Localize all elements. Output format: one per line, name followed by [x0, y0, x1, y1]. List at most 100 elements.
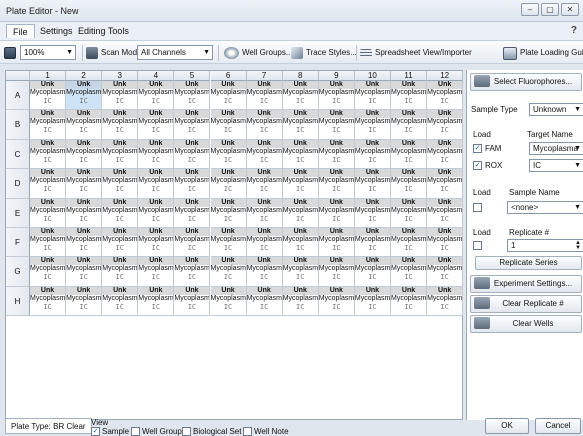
plate-loading-guide-button[interactable]: Plate Loading Guid — [503, 46, 583, 60]
plate-well[interactable]: Unk Mycoplasma IC — [30, 228, 67, 258]
plate-well[interactable]: Unk Mycoplasma IC — [138, 110, 175, 140]
view-well-note-checkbox[interactable] — [243, 427, 252, 436]
clear-replicate-button[interactable]: Clear Replicate # — [470, 295, 582, 313]
view-sample-checkbox[interactable]: ✓ — [91, 427, 100, 436]
plate-well[interactable]: Unk Mycoplasma IC — [30, 139, 67, 170]
row-header[interactable]: E — [6, 198, 30, 228]
replicate-series-button[interactable]: Replicate Series — [475, 256, 582, 270]
plate-well[interactable]: Unk Mycoplasma IC — [391, 169, 428, 199]
row-header[interactable]: A — [6, 81, 30, 111]
help-icon[interactable]: ? — [571, 25, 577, 36]
plate-well[interactable]: Unk Mycoplasma IC — [66, 169, 103, 199]
plate-well[interactable]: Unk Mycoplasma IC — [174, 110, 211, 140]
row-header[interactable]: D — [6, 169, 30, 199]
plate-well[interactable]: Unk Mycoplasma IC — [66, 198, 103, 228]
plate-well[interactable]: Unk Mycoplasma IC — [318, 169, 355, 199]
rox-checkbox[interactable]: ✓ — [473, 161, 482, 170]
plate-well[interactable]: Unk Mycoplasma IC — [174, 286, 211, 317]
plate-well[interactable]: Unk Mycoplasma IC — [354, 110, 391, 140]
plate-well[interactable]: Unk Mycoplasma IC — [102, 228, 139, 258]
plate-well[interactable]: Unk Mycoplasma IC — [427, 198, 464, 228]
plate-well[interactable]: Unk Mycoplasma IC — [246, 286, 283, 317]
column-header[interactable]: 6 — [210, 71, 247, 81]
plate-well[interactable]: Unk Mycoplasma IC — [102, 169, 139, 199]
maximize-button[interactable]: ▢ — [541, 3, 559, 16]
plate-well[interactable]: Unk Mycoplasma IC — [282, 169, 319, 199]
plate-well[interactable]: Unk Mycoplasma IC — [102, 139, 139, 170]
ok-button[interactable]: OK — [485, 418, 529, 434]
row-header[interactable]: G — [6, 257, 30, 287]
plate-well[interactable]: Unk Mycoplasma IC — [391, 198, 428, 228]
plate-well[interactable]: Unk Mycoplasma IC — [427, 139, 464, 170]
column-header[interactable]: 1 — [30, 71, 67, 81]
menu-file[interactable]: File — [6, 24, 35, 38]
spreadsheet-view-button[interactable]: Spreadsheet View/Importer — [360, 46, 472, 60]
rox-target-select[interactable]: IC ▼ — [529, 159, 583, 172]
column-header[interactable]: 9 — [318, 71, 355, 81]
plate-well[interactable]: Unk Mycoplasma IC — [427, 286, 464, 317]
cancel-button[interactable]: Cancel — [535, 418, 581, 434]
plate-well[interactable]: Unk Mycoplasma IC — [282, 139, 319, 170]
plate-well[interactable]: Unk Mycoplasma IC — [102, 198, 139, 228]
plate-well[interactable]: Unk Mycoplasma IC — [282, 257, 319, 287]
plate-well[interactable]: Unk Mycoplasma IC — [210, 169, 247, 199]
plate-well[interactable]: Unk Mycoplasma IC — [427, 257, 464, 287]
plate-well[interactable]: Unk Mycoplasma IC — [174, 169, 211, 199]
plate-well[interactable]: Unk Mycoplasma IC — [354, 228, 391, 258]
plate-well[interactable]: Unk Mycoplasma IC — [246, 139, 283, 170]
plate-well[interactable]: Unk Mycoplasma IC — [138, 257, 175, 287]
minimize-button[interactable]: – — [521, 3, 539, 16]
plate-well[interactable]: Unk Mycoplasma IC — [282, 81, 319, 111]
plate-well[interactable]: Unk Mycoplasma IC — [318, 139, 355, 170]
view-well-group-checkbox[interactable] — [131, 427, 140, 436]
fam-checkbox[interactable]: ✓ — [473, 144, 482, 153]
plate-well[interactable]: Unk Mycoplasma IC — [30, 169, 67, 199]
plate-well[interactable]: Unk Mycoplasma IC — [391, 110, 428, 140]
plate-well[interactable]: Unk Mycoplasma IC — [30, 81, 67, 111]
plate-well[interactable]: Unk Mycoplasma IC — [210, 81, 247, 111]
plate-well[interactable]: Unk Mycoplasma IC — [174, 81, 211, 111]
experiment-settings-button[interactable]: Experiment Settings... — [470, 275, 582, 293]
plate-well[interactable]: Unk Mycoplasma IC — [354, 198, 391, 228]
plate-well[interactable]: Unk Mycoplasma IC — [354, 257, 391, 287]
column-header[interactable]: 7 — [246, 71, 283, 81]
select-fluorophores-button[interactable]: Select Fluorophores... — [470, 73, 582, 91]
plate-well[interactable]: Unk Mycoplasma IC — [427, 169, 464, 199]
plate-well[interactable]: Unk Mycoplasma IC — [391, 257, 428, 287]
plate-well[interactable]: Unk Mycoplasma IC — [354, 81, 391, 111]
plate-well[interactable]: Unk Mycoplasma IC — [210, 110, 247, 140]
save-button[interactable] — [4, 46, 16, 60]
column-header[interactable]: 11 — [391, 71, 428, 81]
sample-type-select[interactable]: Unknown ▼ — [529, 103, 583, 116]
plate-well[interactable]: Unk Mycoplasma IC — [354, 169, 391, 199]
plate-well[interactable]: Unk Mycoplasma IC — [30, 198, 67, 228]
plate-well[interactable]: Unk Mycoplasma IC — [318, 110, 355, 140]
plate-well[interactable]: Unk Mycoplasma IC — [102, 257, 139, 287]
plate-well[interactable]: Unk Mycoplasma IC — [174, 198, 211, 228]
column-header[interactable]: 3 — [102, 71, 139, 81]
replicate-checkbox[interactable] — [473, 241, 482, 250]
plate-well[interactable]: Unk Mycoplasma IC — [210, 198, 247, 228]
row-header[interactable]: B — [6, 110, 30, 140]
zoom-select[interactable]: 100% ▼ — [20, 45, 76, 60]
plate-well[interactable]: Unk Mycoplasma IC — [210, 286, 247, 317]
plate-well[interactable]: Unk Mycoplasma IC — [138, 228, 175, 258]
plate-well[interactable]: Unk Mycoplasma IC — [427, 228, 464, 258]
plate-well[interactable]: Unk Mycoplasma IC — [102, 110, 139, 140]
plate-well[interactable]: Unk Mycoplasma IC — [66, 286, 103, 317]
plate-well[interactable]: Unk Mycoplasma IC — [427, 110, 464, 140]
plate-well[interactable]: Unk Mycoplasma IC — [210, 228, 247, 258]
menu-editing-tools[interactable]: Editing Tools — [72, 24, 135, 38]
plate-well[interactable]: Unk Mycoplasma IC — [246, 228, 283, 258]
plate-well[interactable]: Unk Mycoplasma IC — [102, 81, 139, 111]
plate-well[interactable]: Unk Mycoplasma IC — [174, 228, 211, 258]
plate-well[interactable]: Unk Mycoplasma IC — [391, 228, 428, 258]
plate-well[interactable]: Unk Mycoplasma IC — [318, 228, 355, 258]
plate-well[interactable]: Unk Mycoplasma IC — [66, 228, 103, 258]
row-header[interactable]: F — [6, 228, 30, 258]
plate-well[interactable]: Unk Mycoplasma IC — [318, 257, 355, 287]
trace-styles-button[interactable]: Trace Styles... — [291, 46, 357, 60]
well-groups-button[interactable]: Well Groups... — [224, 46, 293, 60]
plate-well[interactable]: Unk Mycoplasma IC — [174, 257, 211, 287]
plate-well[interactable]: Unk Mycoplasma IC — [282, 228, 319, 258]
